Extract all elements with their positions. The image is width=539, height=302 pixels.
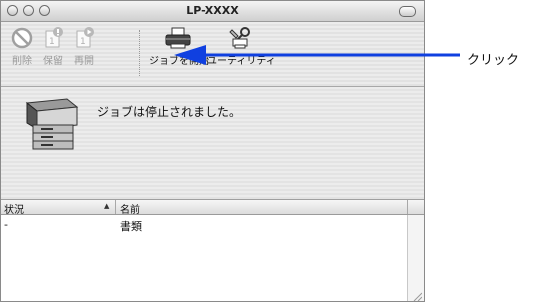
callout-arrow-icon <box>174 45 460 65</box>
callout-label: クリック <box>467 53 520 68</box>
